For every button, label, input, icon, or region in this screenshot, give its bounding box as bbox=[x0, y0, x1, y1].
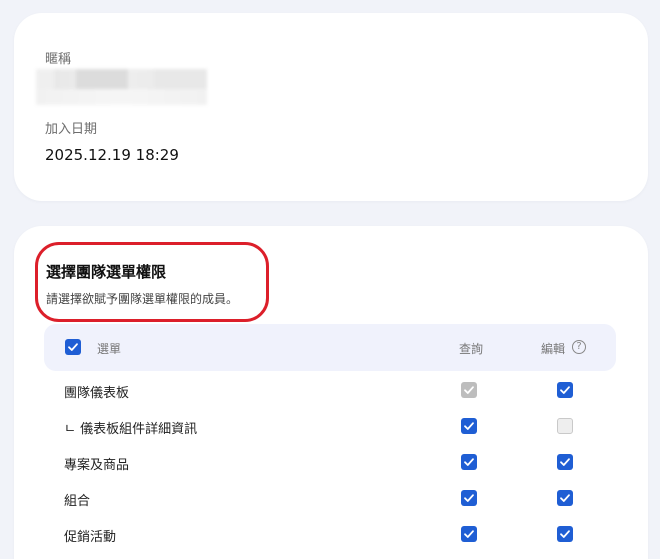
edit-checkbox-projects-products[interactable] bbox=[557, 454, 573, 470]
join-date-label: 加入日期 bbox=[45, 122, 98, 137]
header-menu: 選單 bbox=[97, 342, 122, 356]
row-label-dashboard-widget-details: ㄴ 儀表板組件詳細資訊 bbox=[64, 422, 198, 437]
query-checkbox-dashboard-widget-details[interactable] bbox=[461, 418, 477, 434]
query-checkbox-promotions[interactable] bbox=[461, 526, 477, 542]
join-date-value: 2025.12.19 18:29 bbox=[45, 146, 179, 164]
edit-checkbox-promotions[interactable] bbox=[557, 526, 573, 542]
header-edit: 編輯 bbox=[541, 342, 566, 356]
query-checkbox-team-dashboard bbox=[461, 382, 477, 398]
row-label-projects-products: 專案及商品 bbox=[64, 458, 130, 473]
permissions-table-header: 選單 查詢 編輯 ? bbox=[44, 324, 616, 371]
query-checkbox-bundles[interactable] bbox=[461, 490, 477, 506]
row-label-bundles: 組合 bbox=[64, 494, 91, 509]
member-info-card: 暱稱 加入日期 2025.12.19 18:29 bbox=[14, 13, 648, 201]
edit-checkbox-team-dashboard[interactable] bbox=[557, 382, 573, 398]
row-label-promotions: 促銷活動 bbox=[64, 530, 117, 545]
nickname-label: 暱稱 bbox=[45, 52, 72, 67]
select-all-checkbox[interactable] bbox=[65, 339, 81, 355]
edit-checkbox-bundles[interactable] bbox=[557, 490, 573, 506]
nickname-value-redacted bbox=[36, 69, 207, 105]
query-checkbox-projects-products[interactable] bbox=[461, 454, 477, 470]
permissions-title: 選擇團隊選單權限 bbox=[46, 263, 167, 281]
row-label-team-dashboard: 團隊儀表板 bbox=[64, 386, 130, 401]
header-query: 查詢 bbox=[459, 342, 484, 356]
question-circle-icon[interactable]: ? bbox=[572, 340, 586, 354]
edit-checkbox-dashboard-widget-details[interactable] bbox=[557, 418, 573, 434]
annotation-highlight-circle bbox=[35, 242, 269, 322]
menu-permissions-card: 選擇團隊選單權限 請選擇欲賦予團隊選單權限的成員。 選單 查詢 編輯 ? 團隊儀… bbox=[14, 226, 648, 559]
permissions-subtitle: 請選擇欲賦予團隊選單權限的成員。 bbox=[46, 292, 239, 306]
